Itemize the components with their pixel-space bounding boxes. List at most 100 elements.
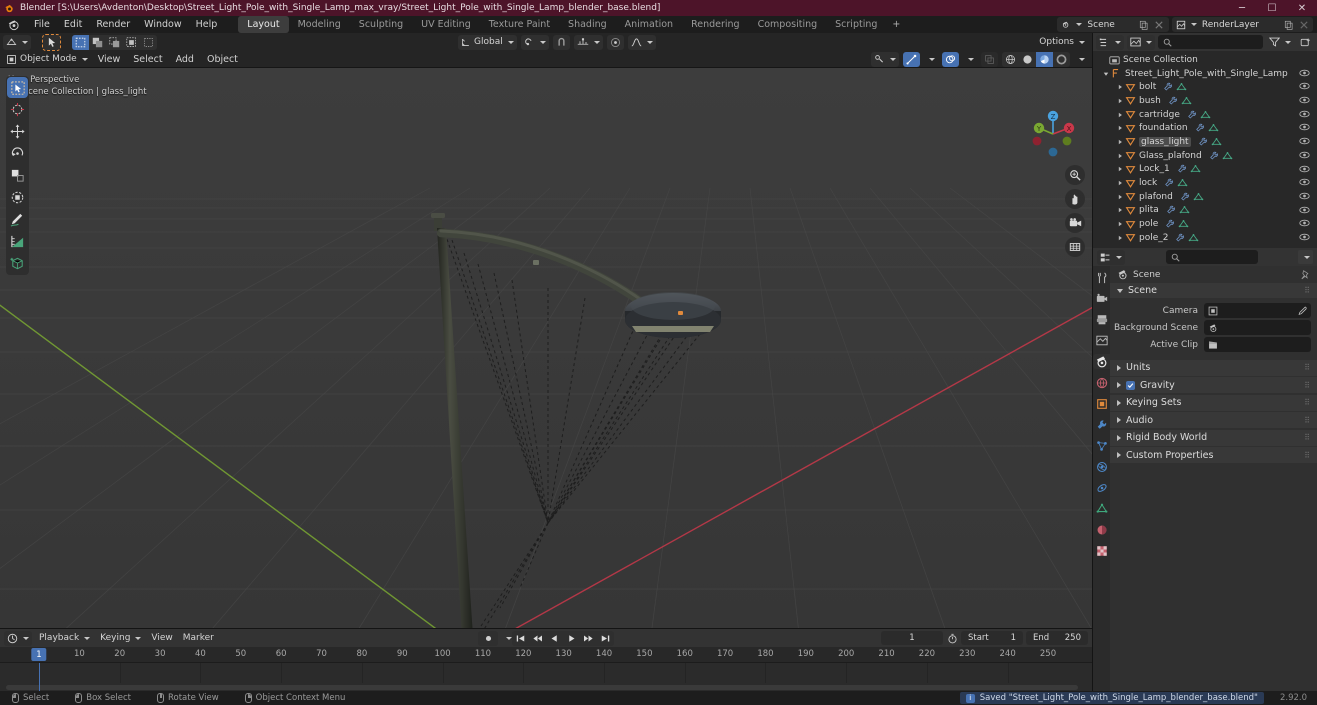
object-type-visibility-dropdown[interactable] bbox=[871, 51, 899, 67]
object-visibility-eye-icon[interactable] bbox=[1299, 178, 1310, 186]
object-visibility-eye-icon[interactable] bbox=[1299, 192, 1310, 200]
close-button[interactable]: ✕ bbox=[1287, 0, 1317, 16]
current-frame-field[interactable]: 1 bbox=[881, 631, 943, 645]
outliner-object-row[interactable]: glass_light bbox=[1093, 135, 1317, 149]
next-keyframe-button[interactable] bbox=[580, 631, 597, 646]
mesh-data-icon[interactable] bbox=[1176, 82, 1187, 92]
object-visibility-eye-icon[interactable] bbox=[1299, 233, 1310, 241]
scene-selector[interactable]: Scene bbox=[1057, 17, 1169, 32]
end-frame-field[interactable]: End 250 bbox=[1026, 631, 1088, 645]
modifier-icon[interactable] bbox=[1163, 82, 1173, 92]
tab-uv-editing[interactable]: UV Editing bbox=[412, 16, 480, 33]
panel-checkbox[interactable] bbox=[1126, 380, 1135, 390]
prev-keyframe-button[interactable] bbox=[529, 631, 546, 646]
pivot-point-dropdown[interactable] bbox=[520, 34, 549, 50]
select-extend-button[interactable] bbox=[89, 35, 106, 50]
shading-chevron-button[interactable] bbox=[1074, 52, 1088, 67]
modifier-icon[interactable] bbox=[1209, 151, 1219, 161]
modifier-icon[interactable] bbox=[1166, 205, 1176, 215]
mesh-data-icon[interactable] bbox=[1179, 205, 1190, 215]
mesh-data-icon[interactable] bbox=[1222, 151, 1233, 161]
properties-editor-type-button[interactable] bbox=[1097, 249, 1125, 265]
minimize-button[interactable]: ─ bbox=[1227, 0, 1257, 16]
outliner-object-row[interactable]: Glass_plafond bbox=[1093, 149, 1317, 163]
object-expand-icon[interactable] bbox=[1115, 180, 1125, 186]
camera-field-input[interactable] bbox=[1204, 303, 1311, 318]
new-scene-icon[interactable] bbox=[1137, 18, 1152, 31]
modifier-icon[interactable] bbox=[1198, 137, 1208, 147]
viewport-menu-select[interactable]: Select bbox=[127, 52, 168, 67]
render-tab[interactable] bbox=[1093, 291, 1110, 306]
object-visibility-eye-icon[interactable] bbox=[1299, 137, 1310, 145]
proportional-falloff-dropdown[interactable] bbox=[627, 34, 656, 50]
data-tab[interactable] bbox=[1093, 501, 1110, 516]
show-gizmo-button[interactable] bbox=[903, 51, 920, 67]
modifier-icon[interactable] bbox=[1187, 110, 1197, 120]
timeline-ruler[interactable]: 1 10 20 30 40 50 60 70 80 90 100 110 120 130 140 150 160… bbox=[0, 647, 1092, 663]
modifier-icon[interactable] bbox=[1195, 123, 1205, 133]
proportional-edit-button[interactable] bbox=[606, 34, 624, 50]
zoom-view-icon[interactable] bbox=[1065, 165, 1085, 185]
remove-viewlayer-icon[interactable] bbox=[1296, 18, 1311, 31]
select-set-button[interactable] bbox=[72, 34, 89, 50]
overlay-chevron-button[interactable] bbox=[963, 52, 977, 67]
timeline-horizontal-scrollbar[interactable] bbox=[6, 685, 1078, 690]
object-expand-icon[interactable] bbox=[1115, 98, 1125, 104]
outliner-object-row[interactable]: Lock_1 bbox=[1093, 163, 1317, 177]
playhead[interactable] bbox=[39, 663, 40, 691]
constraints-tab[interactable] bbox=[1093, 480, 1110, 495]
play-button[interactable] bbox=[563, 631, 580, 646]
outliner-object-row[interactable]: lock bbox=[1093, 176, 1317, 190]
outliner-collection-row[interactable]: Street_Light_Pole_with_Single_Lamp bbox=[1093, 67, 1317, 81]
viewport-menu-view[interactable]: View bbox=[92, 52, 127, 67]
object-expand-icon[interactable] bbox=[1115, 139, 1125, 145]
viewport-menu-add[interactable]: Add bbox=[170, 52, 200, 67]
mesh-data-icon[interactable] bbox=[1200, 110, 1211, 120]
outliner-scene-collection-row[interactable]: Scene Collection bbox=[1093, 53, 1317, 67]
xray-toggle-button[interactable] bbox=[981, 51, 998, 67]
properties-panel-header[interactable]: Custom Properties ⠿ bbox=[1110, 447, 1317, 463]
scale-tool[interactable] bbox=[7, 165, 28, 186]
tab-modeling[interactable]: Modeling bbox=[289, 16, 350, 33]
mesh-data-icon[interactable] bbox=[1190, 164, 1201, 174]
menu-edit[interactable]: Edit bbox=[57, 17, 89, 32]
outliner-object-row[interactable]: pole bbox=[1093, 217, 1317, 231]
new-viewlayer-icon[interactable] bbox=[1281, 18, 1296, 31]
object-expand-icon[interactable] bbox=[1115, 207, 1125, 213]
blender-menu-icon[interactable] bbox=[7, 18, 21, 32]
properties-panel-header[interactable]: Keying Sets ⠿ bbox=[1110, 394, 1317, 411]
eyedropper-icon[interactable] bbox=[1297, 306, 1307, 316]
outliner-display-mode-dropdown[interactable] bbox=[1127, 34, 1155, 50]
object-expand-icon[interactable] bbox=[1115, 153, 1125, 159]
object-expand-icon[interactable] bbox=[1115, 84, 1125, 90]
panel-grip[interactable]: ⠿ bbox=[1304, 398, 1310, 407]
tab-shading[interactable]: Shading bbox=[559, 16, 616, 33]
panel-grip[interactable]: ⠿ bbox=[1304, 416, 1310, 425]
toggle-ortho-icon[interactable] bbox=[1065, 237, 1085, 257]
outliner-object-row[interactable]: plafond bbox=[1093, 190, 1317, 204]
properties-options-dropdown[interactable] bbox=[1298, 250, 1313, 264]
mesh-data-icon[interactable] bbox=[1177, 178, 1188, 188]
tab-layout[interactable]: Layout bbox=[238, 16, 289, 33]
select-intersect-button[interactable] bbox=[140, 35, 157, 50]
timeline-menu-playback[interactable]: Playback bbox=[36, 631, 93, 646]
add-workspace-button[interactable]: + bbox=[886, 16, 906, 33]
jump-end-button[interactable] bbox=[597, 631, 614, 646]
material-tab[interactable] bbox=[1093, 522, 1110, 537]
panel-grip[interactable]: ⠿ bbox=[1304, 381, 1310, 390]
cursor-tool[interactable] bbox=[7, 99, 28, 120]
tab-scripting[interactable]: Scripting bbox=[826, 16, 886, 33]
properties-panel-header[interactable]: Rigid Body World ⠿ bbox=[1110, 429, 1317, 446]
outliner-object-row[interactable]: pole_2 bbox=[1093, 231, 1317, 245]
scene-tab[interactable] bbox=[1093, 354, 1110, 369]
object-visibility-eye-icon[interactable] bbox=[1299, 96, 1310, 104]
collection-expand-icon[interactable] bbox=[1101, 71, 1111, 77]
panel-grip[interactable]: ⠿ bbox=[1304, 451, 1310, 460]
panel-grip[interactable]: ⠿ bbox=[1304, 433, 1310, 442]
modifier-icon[interactable] bbox=[1177, 164, 1187, 174]
timeline-menu-keying[interactable]: Keying bbox=[97, 631, 144, 646]
maximize-button[interactable]: ☐ bbox=[1257, 0, 1287, 16]
timeline-menu-view[interactable]: View bbox=[148, 631, 175, 646]
panel-grip[interactable]: ⠿ bbox=[1304, 363, 1310, 372]
texture-tab[interactable] bbox=[1093, 543, 1110, 558]
